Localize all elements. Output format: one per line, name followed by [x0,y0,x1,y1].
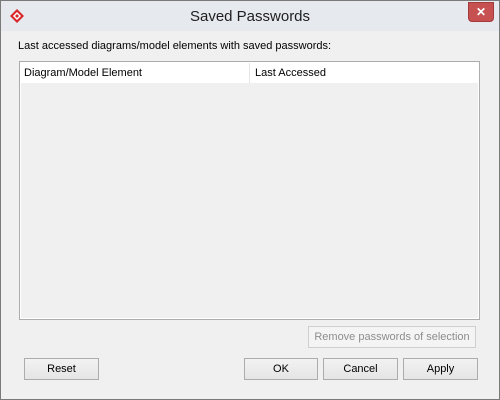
ok-button[interactable]: OK [244,358,318,380]
saved-passwords-dialog: Saved Passwords ✕ Last accessed diagrams… [0,0,500,400]
close-icon: ✕ [475,5,487,19]
table-body[interactable] [21,83,478,318]
reset-button[interactable]: Reset [24,358,99,380]
title-bar[interactable]: Saved Passwords ✕ [1,1,499,31]
description-label: Last accessed diagrams/model elements wi… [18,40,332,52]
saved-passwords-table[interactable]: Diagram/Model Element Last Accessed [19,61,480,320]
table-header: Diagram/Model Element Last Accessed [21,63,478,83]
close-button[interactable]: ✕ [468,2,494,22]
cancel-button[interactable]: Cancel [323,358,398,380]
dialog-content: Last accessed diagrams/model elements wi… [8,32,492,393]
column-header-last-accessed[interactable]: Last Accessed [250,63,478,83]
column-header-element[interactable]: Diagram/Model Element [21,63,250,83]
apply-button[interactable]: Apply [403,358,478,380]
remove-passwords-button[interactable]: Remove passwords of selection [308,326,476,348]
window-title: Saved Passwords [189,8,311,25]
